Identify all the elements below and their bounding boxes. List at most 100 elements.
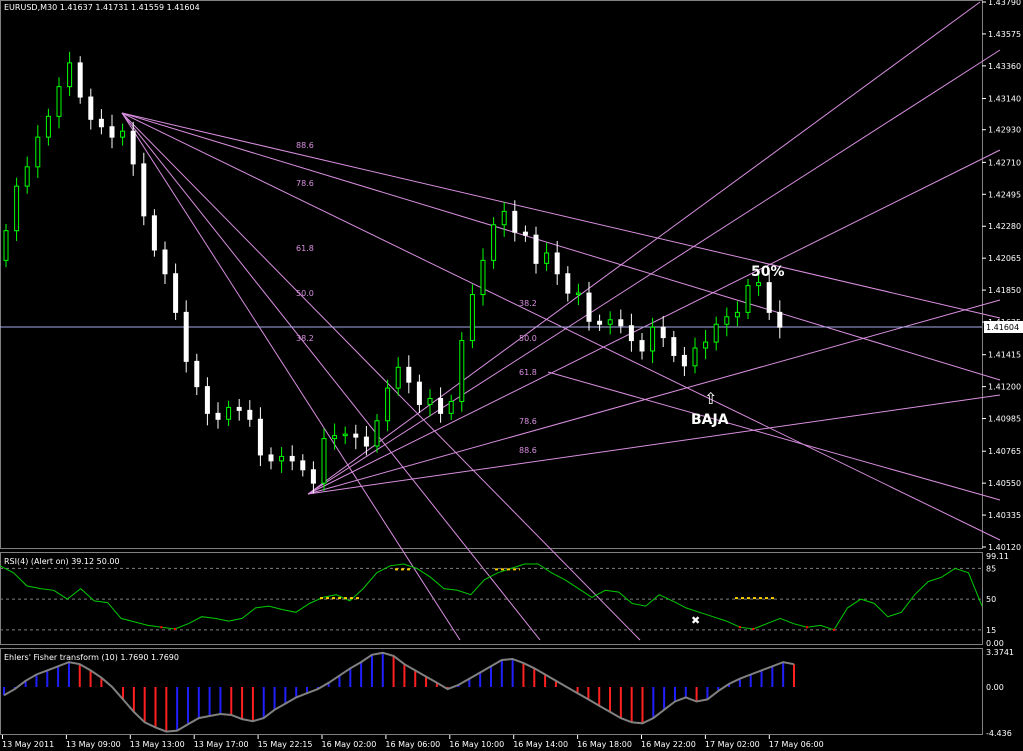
price-tick-label: 1.43360 xyxy=(988,62,1021,71)
candle-body xyxy=(14,185,20,232)
fib-fan-b-line xyxy=(307,394,1001,495)
time-tick-label: 17 May 02:00 xyxy=(705,740,760,749)
candle-body xyxy=(469,294,475,342)
candle-body xyxy=(342,433,348,437)
candle-body xyxy=(385,387,391,422)
candle-body xyxy=(226,406,232,420)
annotation-baja: BAJA xyxy=(691,412,729,428)
candle-body xyxy=(141,163,147,217)
candle-body xyxy=(416,381,422,405)
price-tick-label: 1.42065 xyxy=(988,254,1021,263)
rsi-tick-label: 15 xyxy=(986,626,996,635)
candle-body xyxy=(215,412,221,420)
candle-body xyxy=(618,319,624,327)
fib-fan-b-label: 38.2 xyxy=(519,299,537,308)
fib-fan-a-label: 38.2 xyxy=(296,334,314,343)
rsi-oversold-point xyxy=(160,625,163,629)
rsi-tick-label: 0.00 xyxy=(986,639,1004,648)
candle-body xyxy=(703,341,709,349)
candle-body xyxy=(522,231,528,236)
price-tick-label: 1.40550 xyxy=(988,479,1021,488)
candle-body xyxy=(544,252,550,264)
candle-body xyxy=(120,130,126,138)
fisher-tick-label: -4.436 xyxy=(986,729,1012,738)
rsi-oversold-point xyxy=(832,628,836,632)
candle-body xyxy=(77,62,83,98)
fib-fan-b-line xyxy=(307,49,1001,495)
fib-fan-a-label: 61.8 xyxy=(296,244,314,253)
candle-body xyxy=(639,340,645,352)
rsi-tick-label: 99.11 xyxy=(986,552,1009,561)
candle-body xyxy=(45,115,51,138)
rsi-oversold-point xyxy=(805,625,809,629)
candle-body xyxy=(247,409,253,420)
candle-body xyxy=(204,386,210,414)
chart-header: EURUSD,M30 1.41637 1.41731 1.41559 1.416… xyxy=(4,3,200,12)
candle-body xyxy=(766,282,772,313)
candle-body xyxy=(427,397,433,405)
candle-body xyxy=(607,319,613,325)
fibonacci-fans xyxy=(121,1,1001,641)
fisher-label: Ehlers' Fisher transform (10) 1.7690 1.7… xyxy=(4,653,179,662)
candle-body xyxy=(671,337,677,356)
candles xyxy=(3,51,783,494)
candle-body xyxy=(151,215,157,251)
fib-fan-b-label: 50.0 xyxy=(519,334,537,343)
candle-body xyxy=(756,282,762,287)
candle-body xyxy=(257,418,263,456)
fibonacci-fan-labels: 88.6 78.6 61.8 50.0 38.2 38.2 50.0 61.8 78.6 88.6 xyxy=(296,141,537,455)
candle-body xyxy=(88,96,94,120)
rsi-line xyxy=(0,563,983,631)
fib-fan-b-label: 61.8 xyxy=(519,368,537,377)
candle-body xyxy=(130,130,136,165)
candle-body xyxy=(268,454,274,462)
candle-body xyxy=(332,435,338,440)
candle-body xyxy=(56,86,62,117)
candle-body xyxy=(491,224,497,261)
candle-body xyxy=(321,438,327,484)
candle-body xyxy=(406,366,412,383)
candle-body xyxy=(279,455,285,462)
fib-fan-a-line xyxy=(121,112,541,641)
up-arrow-icon: ⇧ xyxy=(704,389,717,408)
candle-body xyxy=(67,62,73,88)
candle-body xyxy=(575,292,581,296)
price-tick-label: 1.43575 xyxy=(988,30,1021,39)
fib-fan-a-label: 78.6 xyxy=(296,179,314,188)
time-tick-label: 13 May 09:00 xyxy=(66,740,121,749)
candle-body xyxy=(35,136,41,168)
price-tick-label: 1.40335 xyxy=(988,511,1021,520)
rsi-tick-label: 50 xyxy=(986,595,996,604)
time-tick-label: 16 May 06:00 xyxy=(385,740,440,749)
candle-body xyxy=(289,455,295,462)
candle-body xyxy=(162,249,168,275)
time-tick-label: 17 May 06:00 xyxy=(769,740,824,749)
candle-body xyxy=(173,273,179,313)
time-tick-label: 16 May 14:00 xyxy=(513,740,568,749)
candle-body xyxy=(363,436,369,447)
candle-body xyxy=(438,397,444,414)
rsi-oversold-point xyxy=(173,627,177,631)
candle-body xyxy=(310,469,316,484)
candlestick-chart: 88.678.661.850.038.238.250.061.878.688.6… xyxy=(0,0,1023,749)
price-tag: 1.41604 xyxy=(986,323,1019,332)
candle-body xyxy=(734,311,740,318)
annotation-50-percent: 50% xyxy=(751,264,785,280)
candle-body xyxy=(300,460,306,471)
fisher-indicator xyxy=(3,651,795,733)
fib-fan-extension-line xyxy=(547,371,1001,501)
candle-body xyxy=(650,326,656,352)
candle-body xyxy=(183,311,189,362)
price-tick-label: 1.40985 xyxy=(988,415,1021,424)
fib-fan-a-label: 88.6 xyxy=(296,141,314,150)
time-tick-label: 16 May 22:00 xyxy=(641,740,696,749)
price-tick-label: 1.41200 xyxy=(988,383,1021,392)
candle-body xyxy=(395,366,401,389)
candle-body xyxy=(3,230,9,261)
price-tick-label: 1.42710 xyxy=(988,158,1021,167)
candle-body xyxy=(554,252,560,275)
time-tick-label: 16 May 02:00 xyxy=(322,740,377,749)
time-tick-label: 16 May 10:00 xyxy=(449,740,504,749)
candle-body xyxy=(586,292,592,322)
candle-body xyxy=(777,311,783,328)
